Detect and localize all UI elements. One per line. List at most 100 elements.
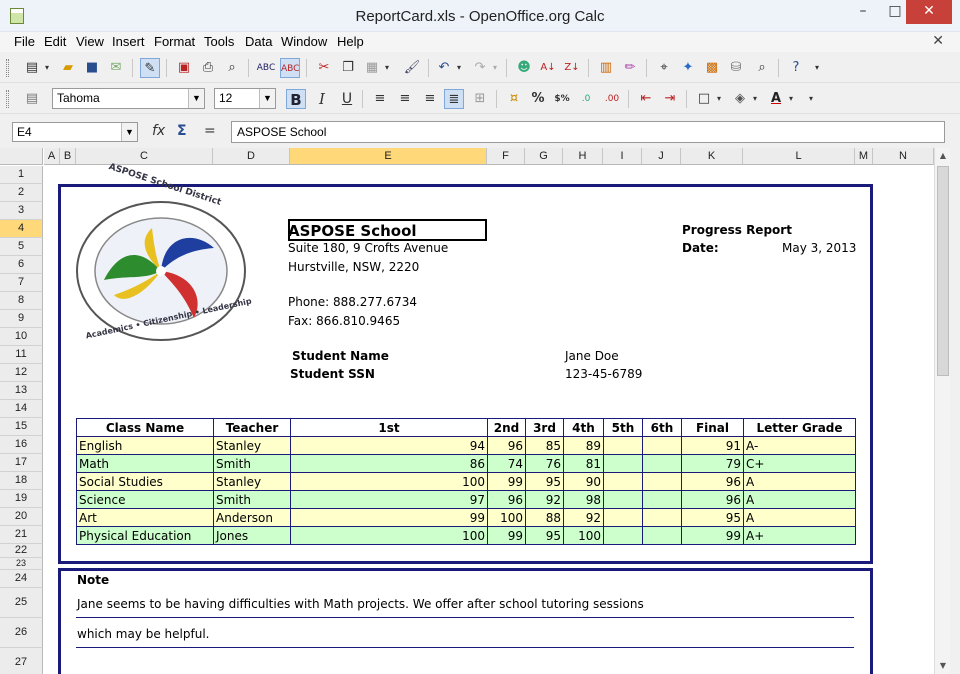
redo-icon[interactable]: ↷ [470, 58, 490, 78]
toolbar-more-icon[interactable]: ▾ [812, 58, 822, 78]
grade-cell[interactable]: 98 [563, 490, 604, 509]
borders-dropdown-icon[interactable]: ▾ [714, 89, 724, 109]
menu-file[interactable]: File [14, 34, 35, 49]
cut-icon[interactable]: ✂ [314, 58, 334, 78]
final-grade-cell[interactable]: 96 [681, 472, 744, 491]
background-color-icon[interactable]: ◈ [730, 89, 750, 109]
grade-cell[interactable]: 99 [487, 526, 526, 545]
menu-tools[interactable]: Tools [204, 34, 234, 49]
grade-cell[interactable] [642, 436, 682, 455]
currency-icon[interactable]: ¤ [504, 89, 524, 109]
styles-icon[interactable]: ▤ [22, 89, 42, 109]
print-preview-icon[interactable]: ⌕ [222, 58, 242, 78]
class-name-cell[interactable]: Physical Education [76, 526, 214, 545]
grade-cell[interactable]: 100 [563, 526, 604, 545]
scrollbar-thumb[interactable] [937, 166, 949, 376]
align-center-icon[interactable]: ≡ [395, 89, 415, 109]
row-header[interactable]: 8 [0, 292, 43, 310]
row-header[interactable]: 2 [0, 184, 43, 202]
align-left-icon[interactable]: ≡ [370, 89, 390, 109]
row-header[interactable]: 19 [0, 490, 43, 508]
menu-data[interactable]: Data [245, 34, 272, 49]
row-header[interactable]: 13 [0, 382, 43, 400]
final-grade-cell[interactable]: 91 [681, 436, 744, 455]
row-header[interactable]: 10 [0, 328, 43, 346]
grade-cell[interactable]: 100 [290, 526, 488, 545]
spellcheck-icon[interactable]: ABC [256, 58, 276, 78]
chart-icon[interactable]: ▥ [596, 58, 616, 78]
grade-cell[interactable]: 89 [563, 436, 604, 455]
row-header[interactable]: 14 [0, 400, 43, 418]
undo-dropdown-icon[interactable]: ▾ [454, 58, 464, 78]
grade-cell[interactable] [603, 472, 643, 491]
vertical-scrollbar[interactable]: ▲ ▼ [934, 148, 950, 674]
document-close-icon[interactable]: ✕ [932, 33, 944, 49]
grade-cell[interactable]: 92 [525, 490, 564, 509]
row-header[interactable]: 7 [0, 274, 43, 292]
justify-icon[interactable]: ≣ [444, 89, 464, 109]
column-header[interactable]: A [44, 148, 60, 165]
autospellcheck-icon[interactable]: ABC [280, 58, 300, 78]
open-folder-icon[interactable]: ▰ [58, 58, 78, 78]
column-title[interactable]: Letter Grade [743, 418, 856, 437]
column-header[interactable]: N [873, 148, 934, 165]
column-title[interactable]: 4th [563, 418, 604, 437]
teacher-cell[interactable]: Anderson [213, 508, 291, 527]
column-title[interactable]: 5th [603, 418, 643, 437]
column-header[interactable]: B [60, 148, 76, 165]
grade-cell[interactable]: 99 [487, 472, 526, 491]
toolbar-grip[interactable] [6, 90, 9, 108]
name-box[interactable]: E4 ▼ [12, 122, 138, 142]
sum-icon[interactable]: Σ [177, 123, 187, 139]
standard-number-icon[interactable]: $% [552, 89, 572, 109]
new-document-icon[interactable]: ▤ [22, 58, 42, 78]
font-name-combo[interactable]: Tahoma ▼ [52, 88, 205, 109]
grade-cell[interactable]: 100 [290, 472, 488, 491]
letter-grade-cell[interactable]: A [743, 508, 856, 527]
grade-cell[interactable]: 95 [525, 526, 564, 545]
export-pdf-icon[interactable]: ▣ [174, 58, 194, 78]
grade-cell[interactable]: 96 [487, 436, 526, 455]
letter-grade-cell[interactable]: A [743, 490, 856, 509]
paste-dropdown-icon[interactable]: ▾ [382, 58, 392, 78]
grade-cell[interactable]: 95 [525, 472, 564, 491]
new-dropdown-icon[interactable]: ▾ [42, 58, 52, 78]
italic-icon[interactable]: I [312, 89, 332, 109]
zoom-icon[interactable]: ⌕ [752, 58, 772, 78]
background-dropdown-icon[interactable]: ▾ [750, 89, 760, 109]
add-decimal-icon[interactable]: .0 [576, 89, 596, 109]
column-header[interactable]: H [563, 148, 603, 165]
column-title[interactable]: 1st [290, 418, 488, 437]
find-replace-icon[interactable]: ⌖ [654, 58, 674, 78]
row-header[interactable]: 22 [0, 544, 43, 558]
column-header[interactable]: F [487, 148, 525, 165]
column-header[interactable]: M [855, 148, 873, 165]
row-header[interactable]: 5 [0, 238, 43, 256]
teacher-cell[interactable]: Stanley [213, 436, 291, 455]
column-header[interactable]: J [642, 148, 681, 165]
scroll-up-icon[interactable]: ▲ [935, 148, 951, 164]
minimize-button[interactable]: – [848, 0, 878, 24]
grade-cell[interactable]: 74 [487, 454, 526, 473]
borders-icon[interactable]: □ [694, 89, 714, 109]
merge-cells-icon[interactable]: ⊞ [470, 89, 490, 109]
grade-cell[interactable]: 92 [563, 508, 604, 527]
redo-dropdown-icon[interactable]: ▾ [490, 58, 500, 78]
chevron-down-icon[interactable]: ▼ [121, 123, 137, 141]
grade-cell[interactable]: 81 [563, 454, 604, 473]
grade-cell[interactable] [642, 526, 682, 545]
edit-file-icon[interactable]: ✎ [140, 58, 160, 78]
chevron-down-icon[interactable]: ▼ [259, 89, 275, 108]
grade-cell[interactable]: 96 [487, 490, 526, 509]
grade-cell[interactable] [603, 508, 643, 527]
row-header[interactable]: 4 [0, 220, 43, 238]
font-color-dropdown-icon[interactable]: ▾ [786, 89, 796, 109]
align-right-icon[interactable]: ≡ [420, 89, 440, 109]
row-header[interactable]: 27 [0, 648, 43, 674]
row-header[interactable]: 11 [0, 346, 43, 364]
function-wizard-icon[interactable]: fx [152, 123, 165, 139]
class-name-cell[interactable]: Science [76, 490, 214, 509]
menu-edit[interactable]: Edit [44, 34, 66, 49]
row-header[interactable]: 24 [0, 570, 43, 588]
letter-grade-cell[interactable]: A+ [743, 526, 856, 545]
